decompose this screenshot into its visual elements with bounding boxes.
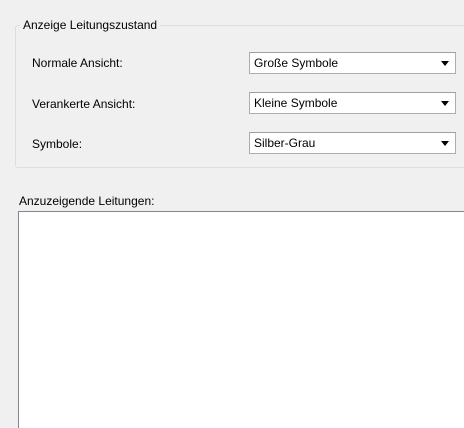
normal-view-dropdown-value: Große Symbole [254,56,339,70]
symbols-dropdown-value: Silber-Grau [254,136,316,150]
chevron-down-icon [441,61,449,66]
docked-view-dropdown-value: Kleine Symbole [254,96,338,110]
symbols-dropdown[interactable]: Silber-Grau [249,132,456,154]
chevron-down-icon [441,101,449,106]
normal-view-dropdown[interactable]: Große Symbole [249,52,456,74]
chevron-down-icon [441,141,449,146]
lines-list-label: Anzuzeigende Leitungen: [19,194,155,208]
symbols-label: Symbole: [32,137,83,151]
docked-view-dropdown[interactable]: Kleine Symbole [249,92,456,114]
lines-listbox[interactable] [18,211,464,428]
normal-view-label: Normale Ansicht: [32,56,123,70]
docked-view-label: Verankerte Ansicht: [32,97,136,111]
groupbox-title: Anzeige Leitungszustand [20,17,161,33]
